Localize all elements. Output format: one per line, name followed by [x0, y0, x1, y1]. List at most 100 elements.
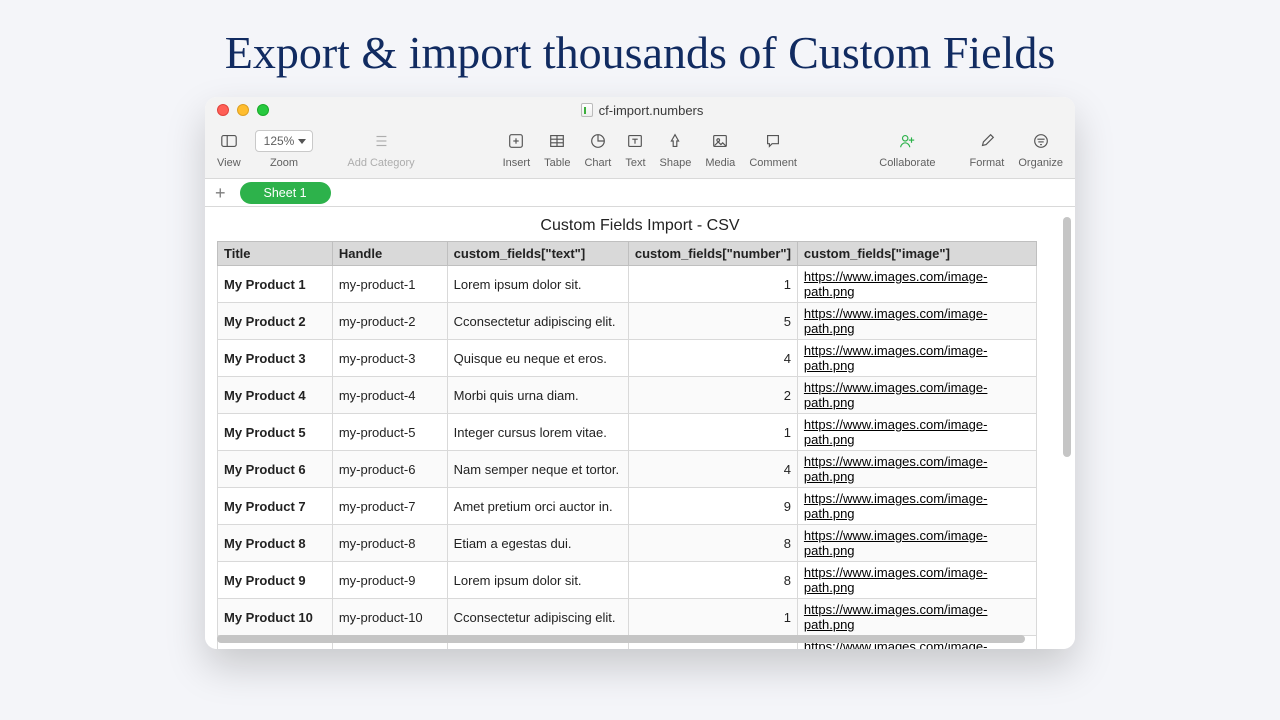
- cell-number[interactable]: 1: [628, 266, 797, 303]
- comment-button[interactable]: Comment: [749, 123, 797, 169]
- data-table[interactable]: Title Handle custom_fields["text"] custo…: [217, 241, 1037, 649]
- table-row[interactable]: My Product 1my-product-1Lorem ipsum dolo…: [218, 266, 1037, 303]
- col-header[interactable]: custom_fields["number"]: [628, 242, 797, 266]
- table-row[interactable]: My Product 10my-product-10Cconsectetur a…: [218, 599, 1037, 636]
- cell-text[interactable]: Cconsectetur adipiscing elit.: [447, 303, 628, 340]
- cell-image-link[interactable]: https://www.images.com/image-path.png: [797, 266, 1036, 303]
- vertical-scrollbar[interactable]: [1063, 217, 1071, 457]
- cell-number[interactable]: 1: [628, 599, 797, 636]
- cell-handle[interactable]: my-product-2: [332, 303, 447, 340]
- cell-text[interactable]: Integer cursus lorem vitae.: [447, 414, 628, 451]
- cell-title[interactable]: My Product 5: [218, 414, 333, 451]
- cell-number[interactable]: 8: [628, 562, 797, 599]
- cell-handle[interactable]: my-product-4: [332, 377, 447, 414]
- close-button[interactable]: [217, 104, 229, 116]
- cell-title[interactable]: My Product 7: [218, 488, 333, 525]
- cell-text[interactable]: Lorem ipsum dolor sit.: [447, 266, 628, 303]
- cell-number[interactable]: 1: [628, 414, 797, 451]
- organize-button[interactable]: Organize: [1018, 123, 1063, 169]
- cell-text[interactable]: Nam semper neque et tortor.: [447, 451, 628, 488]
- cell-title[interactable]: My Product 2: [218, 303, 333, 340]
- collaborate-button[interactable]: Collaborate: [879, 123, 935, 169]
- table-button[interactable]: Table: [544, 123, 570, 169]
- cell-image-link[interactable]: https://www.images.com/image-path.png: [797, 562, 1036, 599]
- cell-text[interactable]: Quisque eu neque et eros.: [447, 340, 628, 377]
- titlebar: cf-import.numbers: [205, 97, 1075, 123]
- app-window: cf-import.numbers View 125% Zoom Add Cat…: [205, 97, 1075, 649]
- cell-handle[interactable]: my-product-6: [332, 451, 447, 488]
- format-button[interactable]: Format: [970, 123, 1005, 169]
- cell-number[interactable]: 9: [628, 488, 797, 525]
- insert-button[interactable]: Insert: [503, 123, 531, 169]
- cell-title[interactable]: My Product 8: [218, 525, 333, 562]
- table-row[interactable]: My Product 3my-product-3Quisque eu neque…: [218, 340, 1037, 377]
- table-row[interactable]: My Product 5my-product-5Integer cursus l…: [218, 414, 1037, 451]
- table-row[interactable]: My Product 7my-product-7Amet pretium orc…: [218, 488, 1037, 525]
- table-row[interactable]: My Product 6my-product-6Nam semper neque…: [218, 451, 1037, 488]
- cell-image-link[interactable]: https://www.images.com/image-path.png: [797, 525, 1036, 562]
- cell-title[interactable]: My Product 10: [218, 599, 333, 636]
- cell-text[interactable]: Etiam a egestas dui.: [447, 525, 628, 562]
- zoom-select[interactable]: 125% Zoom: [255, 123, 314, 169]
- table-row[interactable]: My Product 2my-product-2Cconsectetur adi…: [218, 303, 1037, 340]
- cell-number[interactable]: 4: [628, 451, 797, 488]
- table-row[interactable]: My Product 8my-product-8Etiam a egestas …: [218, 525, 1037, 562]
- text-box-icon: [626, 132, 644, 150]
- text-button[interactable]: Text: [625, 123, 645, 169]
- view-button[interactable]: View: [217, 123, 241, 169]
- shape-button[interactable]: Shape: [660, 123, 692, 169]
- table-row[interactable]: My Product 4my-product-4Morbi quis urna …: [218, 377, 1037, 414]
- cell-image-link[interactable]: https://www.images.com/image-path.png: [797, 599, 1036, 636]
- cell-handle[interactable]: my-product-1: [332, 266, 447, 303]
- col-header[interactable]: Handle: [332, 242, 447, 266]
- media-button[interactable]: Media: [705, 123, 735, 169]
- table-header-row[interactable]: Title Handle custom_fields["text"] custo…: [218, 242, 1037, 266]
- cell-title[interactable]: My Product 4: [218, 377, 333, 414]
- media-label: Media: [705, 157, 735, 169]
- cell-image-link[interactable]: https://www.images.com/image-path.png: [797, 303, 1036, 340]
- cell-title[interactable]: My Product 6: [218, 451, 333, 488]
- spreadsheet-area[interactable]: Custom Fields Import - CSV Title Handle …: [205, 207, 1075, 649]
- cell-image-link[interactable]: https://www.images.com/image-path.png: [797, 414, 1036, 451]
- add-category-button[interactable]: Add Category: [347, 123, 414, 169]
- plus-box-icon: [507, 132, 525, 150]
- cell-handle[interactable]: my-product-3: [332, 340, 447, 377]
- cell-number[interactable]: 5: [628, 303, 797, 340]
- image-icon: [711, 132, 729, 150]
- fullscreen-button[interactable]: [257, 104, 269, 116]
- cell-title[interactable]: My Product 1: [218, 266, 333, 303]
- cell-text[interactable]: Lorem ipsum dolor sit.: [447, 562, 628, 599]
- horizontal-scrollbar[interactable]: [217, 635, 1025, 643]
- shape-label: Shape: [660, 157, 692, 169]
- cell-number[interactable]: 2: [628, 377, 797, 414]
- cell-image-link[interactable]: https://www.images.com/image-path.png: [797, 488, 1036, 525]
- col-header[interactable]: custom_fields["image"]: [797, 242, 1036, 266]
- chart-label: Chart: [584, 157, 611, 169]
- cell-image-link[interactable]: https://www.images.com/image-path.png: [797, 377, 1036, 414]
- sheet-bar: + Sheet 1: [205, 179, 1075, 207]
- cell-image-link[interactable]: https://www.images.com/image-path.png: [797, 340, 1036, 377]
- cell-text[interactable]: Cconsectetur adipiscing elit.: [447, 599, 628, 636]
- add-sheet-button[interactable]: +: [215, 184, 226, 202]
- window-title: cf-import.numbers: [269, 103, 1015, 118]
- cell-image-link[interactable]: https://www.images.com/image-path.png: [797, 451, 1036, 488]
- cell-text[interactable]: Morbi quis urna diam.: [447, 377, 628, 414]
- cell-handle[interactable]: my-product-9: [332, 562, 447, 599]
- sheet-tab-active[interactable]: Sheet 1: [240, 182, 331, 204]
- chart-button[interactable]: Chart: [584, 123, 611, 169]
- cell-number[interactable]: 4: [628, 340, 797, 377]
- cell-handle[interactable]: my-product-8: [332, 525, 447, 562]
- cell-handle[interactable]: my-product-7: [332, 488, 447, 525]
- table-row[interactable]: My Product 9my-product-9Lorem ipsum dolo…: [218, 562, 1037, 599]
- minimize-button[interactable]: [237, 104, 249, 116]
- cell-handle[interactable]: my-product-10: [332, 599, 447, 636]
- cell-text[interactable]: Amet pretium orci auctor in.: [447, 488, 628, 525]
- col-header[interactable]: custom_fields["text"]: [447, 242, 628, 266]
- zoom-value: 125%: [264, 134, 295, 148]
- cell-title[interactable]: My Product 3: [218, 340, 333, 377]
- col-header[interactable]: Title: [218, 242, 333, 266]
- cell-handle[interactable]: my-product-5: [332, 414, 447, 451]
- traffic-lights: [205, 104, 269, 116]
- cell-number[interactable]: 8: [628, 525, 797, 562]
- cell-title[interactable]: My Product 9: [218, 562, 333, 599]
